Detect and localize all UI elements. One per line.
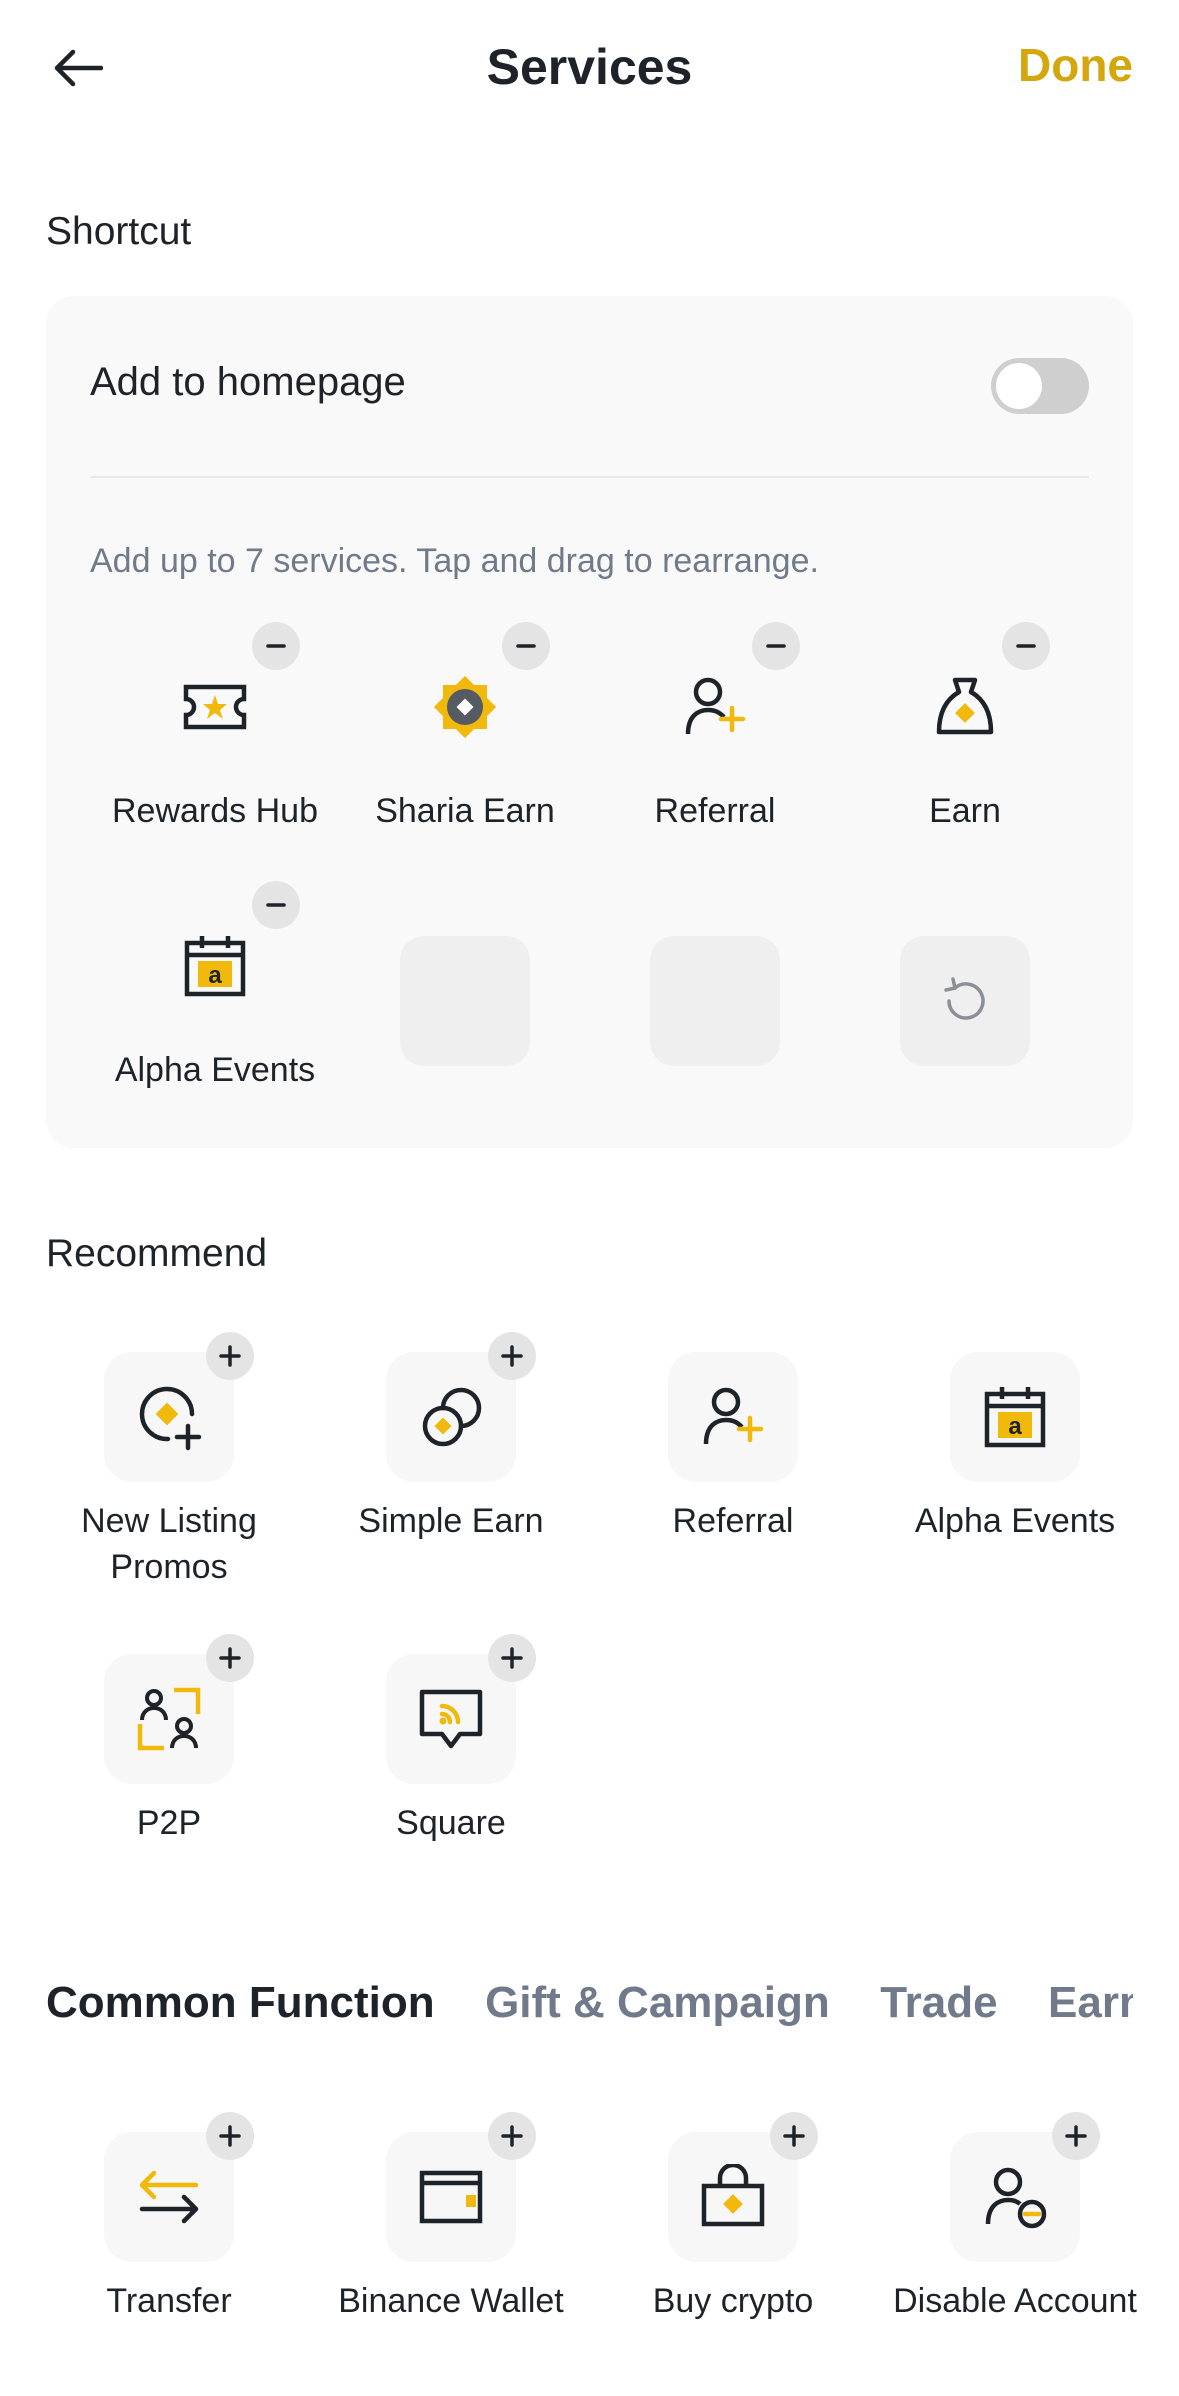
empty-slot: [400, 936, 530, 1066]
shortcut-item-label: Rewards Hub: [112, 792, 318, 830]
recommend-item-p2p[interactable]: P2P: [44, 1634, 294, 1846]
common-item-label: Binance Wallet: [338, 2282, 564, 2320]
shortcut-item-label: Referral: [654, 792, 776, 830]
minus-icon: [1016, 644, 1036, 648]
divider: [90, 476, 1089, 478]
add-badge[interactable]: [770, 2112, 818, 2160]
plus-icon: [219, 1345, 241, 1367]
recommend-item-label: New Listing Promos: [81, 1502, 257, 1586]
common-item-disable-account[interactable]: Disable Account: [890, 2112, 1140, 2324]
plus-icon: [1065, 2125, 1087, 2147]
recommend-item-label: Square: [396, 1804, 506, 1842]
tab-gift-campaign[interactable]: Gift & Campaign: [485, 1978, 830, 2028]
p2p-users-icon: [137, 1687, 201, 1751]
new-listing-icon: [139, 1386, 202, 1451]
tab-common-function[interactable]: Common Function: [46, 1978, 435, 2028]
add-badge[interactable]: [488, 1634, 536, 1682]
minus-icon: [516, 644, 536, 648]
sharia-star-icon: [433, 675, 497, 739]
add-badge[interactable]: [206, 2112, 254, 2160]
minus-icon: [266, 903, 286, 907]
add-homepage-label: Add to homepage: [90, 360, 406, 404]
common-item-label: Disable Account: [893, 2282, 1137, 2320]
remove-badge[interactable]: [1002, 622, 1050, 670]
plus-icon: [219, 1647, 241, 1669]
svg-text:a: a: [1008, 1413, 1022, 1440]
user-minus-icon: [985, 2167, 1047, 2229]
recommend-item-alpha-events[interactable]: a Alpha Events: [890, 1352, 1140, 1544]
common-item-buy-crypto[interactable]: Buy crypto: [608, 2112, 858, 2324]
remove-badge[interactable]: [502, 622, 550, 670]
shortcut-item-label: Alpha Events: [114, 1051, 316, 1089]
shortcut-item-rewards-hub[interactable]: Rewards Hub: [90, 622, 340, 834]
minus-icon: [766, 644, 786, 648]
shortcut-item-sharia-earn[interactable]: Sharia Earn: [340, 622, 590, 834]
header: Services Done: [0, 0, 1179, 140]
calendar-alpha-icon: a: [984, 1387, 1046, 1448]
shopping-bag-icon: [701, 2164, 765, 2227]
done-button[interactable]: Done: [1018, 38, 1133, 92]
remove-badge[interactable]: [752, 622, 800, 670]
recommend-item-square[interactable]: Square: [326, 1634, 576, 1846]
add-badge[interactable]: [1052, 2112, 1100, 2160]
recommend-item-label: Alpha Events: [914, 1502, 1116, 1540]
plus-icon: [501, 1647, 523, 1669]
shortcut-item-earn[interactable]: Earn: [840, 622, 1090, 834]
add-badge[interactable]: [488, 1332, 536, 1380]
remove-badge[interactable]: [252, 622, 300, 670]
recommend-heading: Recommend: [46, 1232, 268, 1275]
reset-icon: [944, 977, 985, 1020]
money-bag-icon: [936, 677, 994, 735]
shortcut-hint: Add up to 7 services. Tap and drag to re…: [90, 542, 819, 580]
recommend-item-label: P2P: [136, 1804, 202, 1842]
shortcut-item-referral[interactable]: Referral: [590, 622, 840, 834]
recommend-item-label: Simple Earn: [358, 1502, 544, 1540]
add-badge[interactable]: [488, 2112, 536, 2160]
add-badge[interactable]: [206, 1332, 254, 1380]
recommend-item-label: Referral: [672, 1502, 794, 1540]
wallet-icon: [419, 2170, 483, 2224]
tab-trade[interactable]: Trade: [880, 1978, 997, 2028]
recommend-item-simple-earn[interactable]: Simple Earn: [326, 1332, 576, 1544]
common-item-transfer[interactable]: Transfer: [44, 2112, 294, 2324]
plus-icon: [783, 2125, 805, 2147]
add-badge[interactable]: [206, 1634, 254, 1682]
empty-slot: [650, 936, 780, 1066]
shortcut-item-alpha-events[interactable]: a Alpha Events: [90, 881, 340, 1093]
coins-icon: [422, 1387, 482, 1447]
category-tabs: Common Function Gift & Campaign Trade Ea…: [46, 1978, 1133, 2048]
add-homepage-toggle[interactable]: [991, 358, 1089, 414]
plus-icon: [501, 1345, 523, 1367]
recommend-item-new-listing-promos[interactable]: New Listing Promos: [44, 1332, 294, 1590]
user-plus-icon: [703, 1387, 764, 1445]
shortcut-item-label: Earn: [929, 792, 1001, 830]
chat-feed-icon: [419, 1689, 483, 1749]
reset-button[interactable]: [900, 936, 1030, 1066]
page-title: Services: [486, 39, 693, 95]
svg-text:a: a: [208, 962, 222, 989]
user-plus-icon: [685, 677, 746, 735]
common-item-label: Buy crypto: [652, 2282, 814, 2320]
transfer-arrows-icon: [139, 2170, 199, 2224]
tab-earn[interactable]: Earn: [1048, 1978, 1133, 2028]
shortcut-card: Add to homepage Add up to 7 services. Ta…: [46, 296, 1133, 1148]
remove-badge[interactable]: [252, 881, 300, 929]
common-item-binance-wallet[interactable]: Binance Wallet: [326, 2112, 576, 2324]
calendar-alpha-icon: a: [184, 936, 246, 997]
recommend-item-referral[interactable]: Referral: [608, 1352, 858, 1544]
toggle-knob: [996, 363, 1042, 409]
plus-icon: [219, 2125, 241, 2147]
ticket-star-icon: [183, 684, 247, 730]
shortcut-heading: Shortcut: [46, 210, 192, 253]
shortcut-item-label: Sharia Earn: [375, 792, 555, 830]
minus-icon: [266, 644, 286, 648]
plus-icon: [501, 2125, 523, 2147]
common-item-label: Transfer: [106, 2282, 232, 2320]
